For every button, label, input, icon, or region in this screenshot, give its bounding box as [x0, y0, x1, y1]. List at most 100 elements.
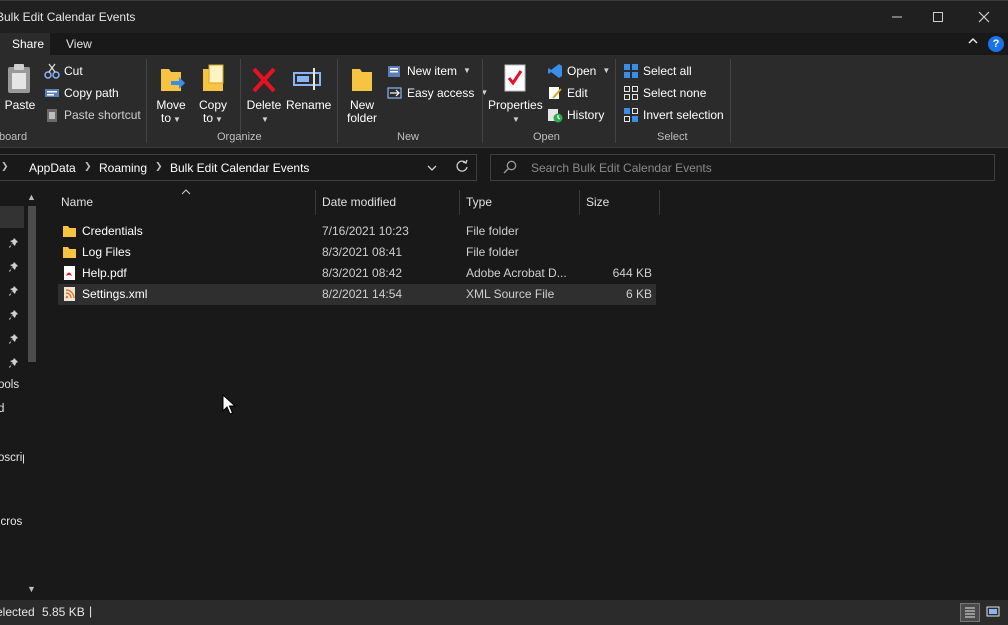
- ribbon-tabs: Share View ?: [0, 33, 1008, 55]
- delete-x-icon: [252, 67, 276, 93]
- minimize-button[interactable]: [874, 1, 920, 33]
- chevron-up-icon: [968, 37, 978, 44]
- scroll-up-icon[interactable]: ▲: [27, 192, 36, 202]
- clipboard-icon: [8, 64, 30, 93]
- new-group-label: New: [397, 131, 420, 143]
- cut-label: Cut: [64, 64, 83, 78]
- address-history-button[interactable]: [426, 162, 438, 177]
- select-none-button[interactable]: Select none: [623, 83, 706, 103]
- file-date: 8/3/2021 08:42: [322, 266, 403, 280]
- file-row[interactable]: Credentials 7/16/2021 10:23 File folder: [58, 221, 656, 242]
- select-none-icon: [624, 86, 638, 100]
- status-bar: elected 5.85 KB |: [0, 600, 1008, 625]
- column-header-size[interactable]: Size: [586, 195, 609, 209]
- column-header-type[interactable]: Type: [466, 195, 492, 209]
- paste-shortcut-button[interactable]: Paste shortcut: [44, 105, 141, 125]
- select-all-label: Select all: [643, 64, 692, 78]
- move-to-button[interactable]: Move to ▼: [153, 63, 189, 126]
- breadcrumb-appdata[interactable]: AppData: [29, 161, 76, 175]
- rename-button[interactable]: Rename: [286, 63, 331, 112]
- status-divider: |: [89, 604, 93, 618]
- pin-icon: [9, 334, 18, 344]
- title-bar: Bulk Edit Calendar Events: [0, 0, 1008, 33]
- copy-to-button[interactable]: Copy to ▼: [195, 63, 231, 126]
- chevron-right-icon[interactable]: ❯: [84, 161, 92, 172]
- cut-button[interactable]: Cut: [44, 61, 83, 81]
- file-name: Credentials: [82, 224, 143, 238]
- file-list: Name Date modified Type Size Credentials…: [40, 189, 1008, 600]
- copy-path-button[interactable]: Copy path: [44, 83, 119, 103]
- file-row[interactable]: Help.pdf 8/3/2021 08:42 Adobe Acrobat D.…: [58, 263, 656, 284]
- navigation-pane: ools d oscrip icros ▲ ▼: [0, 190, 40, 600]
- column-header-name[interactable]: Name: [61, 195, 93, 209]
- invert-selection-button[interactable]: Invert selection: [623, 105, 724, 125]
- breadcrumb-roaming[interactable]: Roaming: [99, 161, 147, 175]
- file-size: 6 KB: [625, 287, 652, 301]
- paste-button[interactable]: Paste: [2, 63, 38, 112]
- maximize-button[interactable]: [915, 1, 961, 33]
- history-label: History: [567, 108, 605, 122]
- properties-label: Properties: [488, 98, 543, 112]
- dropdown-caret-icon: ▼: [261, 115, 269, 124]
- open-label: Open: [567, 64, 597, 78]
- file-name: Help.pdf: [82, 266, 127, 280]
- file-row[interactable]: Log Files 8/3/2021 08:41 File folder: [58, 242, 656, 263]
- scroll-down-icon[interactable]: ▼: [27, 584, 36, 594]
- scrollbar-thumb[interactable]: [28, 206, 36, 362]
- new-item-button[interactable]: New item ▼: [387, 61, 471, 81]
- ribbon-divider: [615, 59, 616, 143]
- new-folder-icon: [352, 69, 372, 91]
- ribbon: Paste Cut Copy path Paste shortcut Clipb…: [0, 55, 1008, 148]
- file-date: 8/2/2021 14:54: [322, 287, 403, 301]
- close-button[interactable]: [961, 1, 1007, 33]
- scissors-icon: [44, 63, 60, 79]
- dropdown-caret-icon: ▼: [463, 66, 471, 75]
- nav-item[interactable]: d: [0, 403, 4, 415]
- search-input[interactable]: Search Bulk Edit Calendar Events: [490, 154, 995, 181]
- delete-button[interactable]: Delete ▼: [245, 63, 283, 126]
- nav-item[interactable]: ools: [0, 379, 19, 391]
- mouse-pointer-icon: [222, 394, 236, 415]
- file-type: File folder: [466, 224, 519, 238]
- invert-selection-icon: [624, 108, 638, 122]
- column-header-date[interactable]: Date modified: [322, 195, 396, 209]
- collapse-ribbon-button[interactable]: [966, 36, 980, 52]
- open-button[interactable]: Open ▼: [547, 61, 610, 81]
- address-bar[interactable]: ❯ AppData ❯ Roaming ❯ Bulk Edit Calendar…: [0, 154, 477, 181]
- nav-item-selected[interactable]: [0, 206, 24, 228]
- ribbon-divider: [146, 59, 147, 143]
- folder-icon: [63, 247, 76, 258]
- history-button[interactable]: History: [547, 105, 604, 125]
- edit-button[interactable]: Edit: [547, 83, 588, 103]
- address-row: ❯ AppData ❯ Roaming ❯ Bulk Edit Calendar…: [0, 148, 1008, 186]
- help-button[interactable]: ?: [988, 36, 1004, 52]
- column-divider[interactable]: [659, 190, 660, 215]
- tab-view[interactable]: View: [66, 33, 92, 55]
- pin-icon: [9, 286, 18, 296]
- new-folder-button[interactable]: New folder: [344, 63, 380, 125]
- column-divider[interactable]: [315, 190, 316, 215]
- vscode-icon: [548, 64, 562, 78]
- move-to-label-2: to: [161, 111, 172, 125]
- column-divider[interactable]: [459, 190, 460, 215]
- nav-scrollbar[interactable]: ▲ ▼: [24, 190, 40, 600]
- easy-access-button[interactable]: Easy access ▼: [387, 83, 488, 103]
- tab-share[interactable]: Share: [0, 33, 50, 55]
- details-view-button[interactable]: [960, 603, 980, 622]
- chevron-right-icon[interactable]: ❯: [155, 161, 163, 172]
- copy-to-label-2: to: [203, 111, 214, 125]
- nav-item[interactable]: icros: [0, 516, 22, 528]
- select-all-button[interactable]: Select all: [623, 61, 692, 81]
- column-divider[interactable]: [579, 190, 580, 215]
- pin-icon: [9, 238, 18, 248]
- breadcrumb-current-folder[interactable]: Bulk Edit Calendar Events: [170, 161, 309, 175]
- details-view-icon: [965, 607, 975, 618]
- copy-path-icon: [45, 89, 59, 97]
- refresh-button[interactable]: [455, 159, 469, 176]
- search-icon: [503, 160, 517, 174]
- properties-button[interactable]: Properties ▼: [488, 63, 543, 126]
- file-type: File folder: [466, 245, 519, 259]
- open-group-label: Open: [533, 131, 560, 143]
- large-icons-view-button[interactable]: [984, 603, 1004, 622]
- file-row-selected[interactable]: Settings.xml 8/2/2021 14:54 XML Source F…: [58, 284, 656, 305]
